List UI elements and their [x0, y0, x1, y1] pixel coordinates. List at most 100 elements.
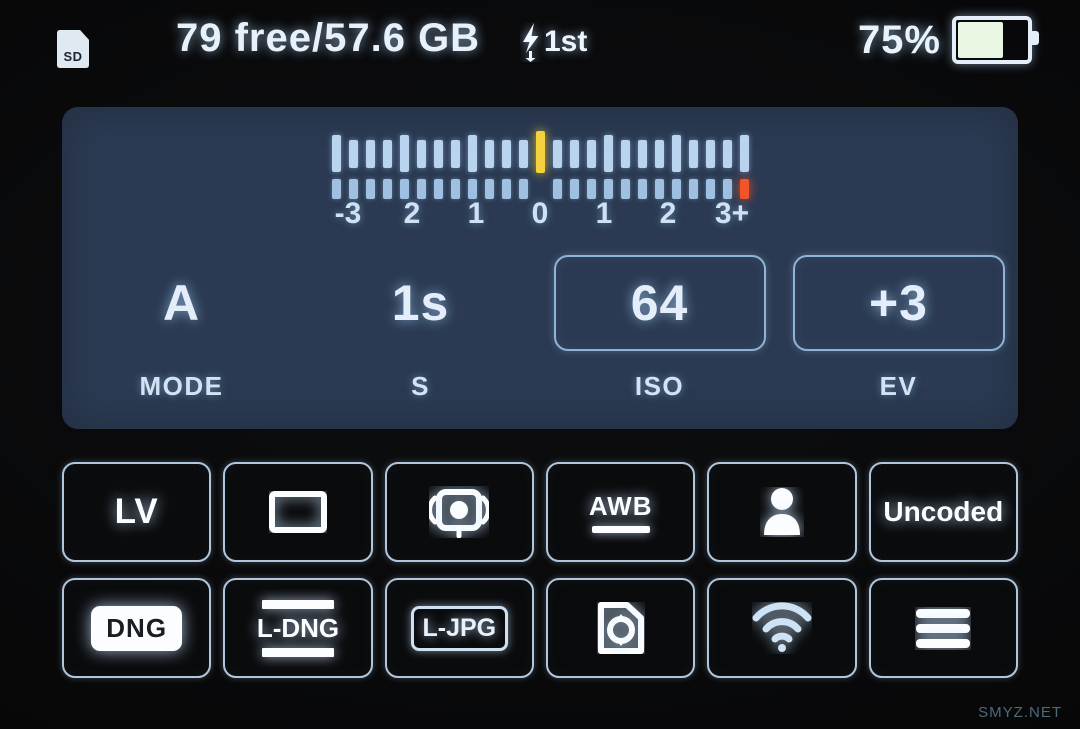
large-jpg-button[interactable]: L-JPG — [384, 578, 534, 678]
meter-tick-top — [416, 140, 426, 168]
sd-card-icon: SD — [57, 30, 89, 68]
white-balance-button[interactable]: AWB — [545, 462, 696, 562]
exposure-value-iso[interactable]: 64 — [553, 255, 766, 351]
meter-tick — [331, 135, 341, 199]
status-bar: SD 79 free/57.6 GB 1st 75% — [0, 0, 1080, 95]
battery-icon — [952, 16, 1039, 64]
exposure-cell-s[interactable]: 1s S — [301, 255, 540, 415]
meter-tick-top — [467, 135, 477, 172]
live-view-button[interactable]: LV — [62, 462, 212, 562]
meter-tick-top — [331, 135, 341, 172]
lens-coding-button[interactable]: Uncoded — [868, 462, 1018, 562]
meter-tick-bottom — [348, 179, 358, 199]
meter-scale-label: -3 — [334, 197, 362, 230]
meter-tick-bottom — [518, 179, 528, 199]
meter-tick-bottom — [688, 179, 698, 199]
meter-current-marker — [535, 131, 545, 173]
meter-tick — [433, 135, 443, 199]
storage-remaining-text: 79 free/57.6 GB — [176, 16, 481, 60]
live-view-button-label: LV — [114, 492, 159, 531]
meter-tick-bottom — [671, 179, 681, 199]
meter-tick-bottom — [467, 179, 477, 199]
meter-tick — [535, 131, 545, 199]
ldng-label: L-DNG — [256, 612, 340, 643]
battery-fill — [958, 22, 1003, 58]
meter-scale-label: 2 — [403, 197, 421, 230]
control-button-grid: LV AWB Uncoded DNG L-DNG L-JPG — [62, 462, 1018, 678]
meter-tick — [637, 135, 647, 199]
exposure-cell-iso[interactable]: 64 ISO — [540, 255, 779, 415]
exposure-value-s[interactable]: 1s — [392, 255, 450, 351]
meter-tick — [705, 135, 715, 199]
meter-tick-top — [688, 140, 698, 168]
ldng-group: L-DNG — [256, 599, 340, 657]
meter-tick — [722, 135, 732, 199]
meter-tick-top — [501, 140, 511, 168]
sd-card-icon-label: SD — [63, 49, 83, 64]
meter-tick — [688, 135, 698, 199]
ljpg-label: L-JPG — [422, 613, 497, 642]
meter-tick-top — [518, 140, 528, 168]
meter-tick-bottom — [501, 179, 511, 199]
meter-tick-bottom — [552, 179, 562, 199]
profile-button[interactable] — [707, 462, 857, 562]
exposure-label-mode: MODE — [139, 371, 224, 401]
meter-tick-top — [620, 140, 630, 168]
meter-tick — [671, 135, 681, 199]
metering-mode-button[interactable] — [384, 462, 534, 562]
meter-tick-top — [705, 140, 715, 168]
exposure-value-ev[interactable]: +3 — [792, 255, 1005, 351]
spot-metering-icon — [429, 489, 490, 538]
meter-scale-label: 2 — [659, 197, 677, 230]
meter-tick-bottom — [365, 179, 375, 199]
meter-tick — [552, 135, 562, 199]
menu-button[interactable] — [868, 578, 1018, 678]
exposure-meter-labels: -3 2 1 0 1 2 3+ — [62, 197, 1018, 241]
exposure-meter-ticks — [62, 131, 1018, 199]
meter-tick-bottom — [705, 179, 715, 199]
exposure-value-mode[interactable]: A — [163, 255, 200, 351]
meter-tick — [416, 135, 426, 199]
meter-tick — [399, 135, 409, 199]
awb-underline — [591, 526, 650, 533]
awb-group: AWB — [589, 491, 653, 533]
dng-label: DNG — [106, 612, 168, 643]
aspect-ratio-button[interactable] — [223, 462, 373, 562]
meter-tick-top — [722, 140, 732, 168]
meter-tick — [484, 135, 494, 199]
card-format-button[interactable] — [545, 578, 696, 678]
meter-tick-top — [365, 140, 375, 168]
awb-label: AWB — [588, 491, 653, 521]
flash-sync-label: 1st — [544, 25, 588, 58]
wifi-icon — [752, 602, 812, 652]
meter-tick-bottom — [433, 179, 443, 199]
ldng-bottom-bar — [261, 647, 334, 657]
exposure-meter: -3 2 1 0 1 2 3+ — [62, 131, 1018, 245]
exposure-label-s: S — [411, 371, 430, 401]
meter-tick-top — [348, 140, 358, 168]
watermark: SMYZ.NET — [978, 704, 1062, 721]
meter-tick — [348, 135, 358, 199]
meter-tick-top — [450, 140, 460, 168]
meter-tick-top — [552, 140, 562, 168]
meter-tick-bottom — [382, 179, 392, 199]
battery-indicator: 75% — [858, 16, 1039, 64]
meter-tick — [739, 135, 749, 199]
meter-tick — [382, 135, 392, 199]
meter-tick-top — [433, 140, 443, 168]
meter-tick — [501, 135, 511, 199]
meter-tick-top — [637, 140, 647, 168]
camera-top-display: SD 79 free/57.6 GB 1st 75% -3 2 1 0 1 2 3+ A MO… — [0, 0, 1080, 729]
meter-tick-bottom — [586, 179, 596, 199]
battery-tip — [1032, 31, 1039, 45]
card-format-icon — [597, 602, 644, 654]
large-dng-button[interactable]: L-DNG — [223, 578, 373, 678]
exposure-cell-mode[interactable]: A MODE — [62, 255, 301, 415]
dng-format-button[interactable]: DNG — [62, 578, 212, 678]
meter-tick-bottom — [484, 179, 494, 199]
meter-scale-label: 3+ — [714, 197, 750, 230]
exposure-cell-ev[interactable]: +3 EV — [779, 255, 1018, 415]
flash-bolt-icon — [523, 23, 539, 62]
wifi-button[interactable] — [707, 578, 857, 678]
meter-tick — [467, 135, 477, 199]
